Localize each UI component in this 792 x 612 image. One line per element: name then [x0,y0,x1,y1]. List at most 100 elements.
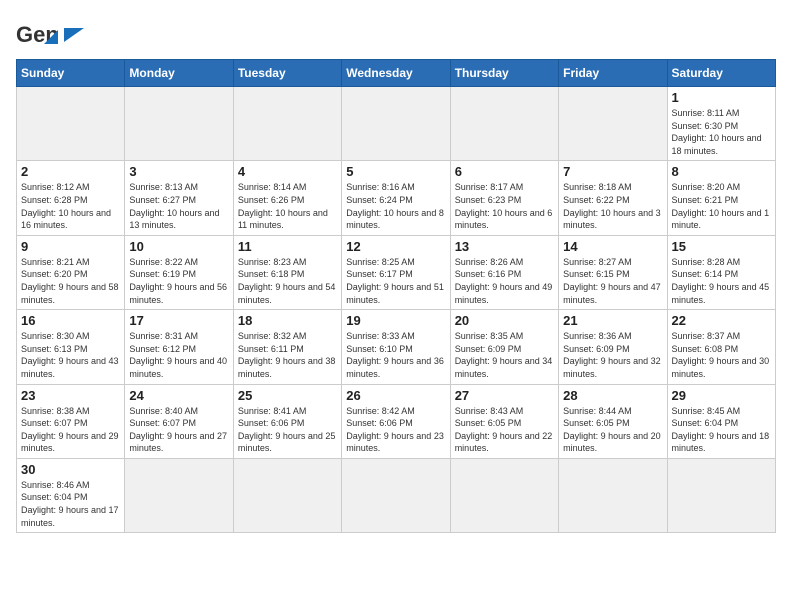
calendar-cell: 9Sunrise: 8:21 AM Sunset: 6:20 PM Daylig… [17,235,125,309]
calendar-cell: 5 Sunrise: 8:16 AM Sunset: 6:24 PM Daylig… [342,161,450,235]
day-info: Sunrise: 8:27 AM Sunset: 6:15 PM Dayligh… [563,256,662,306]
day-of-week-header: Tuesday [233,60,341,87]
calendar-cell [125,458,233,532]
day-info: Sunrise: 8:31 AM Sunset: 6:12 PM Dayligh… [129,330,228,380]
day-info: Sunrise: 8:21 AM Sunset: 6:20 PM Dayligh… [21,256,120,306]
day-number: 27 [455,388,554,403]
day-number: 19 [346,313,445,328]
day-number: 8 [672,164,771,179]
calendar-cell: 2 Sunrise: 8:12 AM Sunset: 6:28 PM Daylig… [17,161,125,235]
day-info: Sunrise: 8:13 AM Sunset: 6:27 PM Dayligh… [129,181,228,231]
calendar-cell: 17 Sunrise: 8:31 AM Sunset: 6:12 PM Dayli… [125,310,233,384]
calendar-cell: 30 Sunrise: 8:46 AM Sunset: 6:04 PM Dayli… [17,458,125,532]
calendar-cell: 23 Sunrise: 8:38 AM Sunset: 6:07 PM Dayli… [17,384,125,458]
day-info: Sunrise: 8:16 AM Sunset: 6:24 PM Dayligh… [346,181,445,231]
day-number: 21 [563,313,662,328]
day-number: 6 [455,164,554,179]
day-of-week-header: Sunday [17,60,125,87]
day-info: Sunrise: 8:23 AM Sunset: 6:18 PM Dayligh… [238,256,337,306]
day-info: Sunrise: 8:22 AM Sunset: 6:19 PM Dayligh… [129,256,228,306]
calendar: SundayMondayTuesdayWednesdayThursdayFrid… [16,59,776,533]
calendar-cell: 24 Sunrise: 8:40 AM Sunset: 6:07 PM Dayli… [125,384,233,458]
header: General [16,16,776,47]
calendar-cell: 25Sunrise: 8:41 AM Sunset: 6:06 PM Dayli… [233,384,341,458]
day-number: 11 [238,239,337,254]
day-of-week-header: Monday [125,60,233,87]
calendar-cell [233,87,341,161]
day-number: 22 [672,313,771,328]
day-number: 29 [672,388,771,403]
calendar-week-row: 1Sunrise: 8:11 AM Sunset: 6:30 PM Daylig… [17,87,776,161]
calendar-cell [17,87,125,161]
day-info: Sunrise: 8:35 AM Sunset: 6:09 PM Dayligh… [455,330,554,380]
day-info: Sunrise: 8:37 AM Sunset: 6:08 PM Dayligh… [672,330,771,380]
calendar-cell: 14 Sunrise: 8:27 AM Sunset: 6:15 PM Dayli… [559,235,667,309]
calendar-cell [559,458,667,532]
calendar-cell: 26Sunrise: 8:42 AM Sunset: 6:06 PM Dayli… [342,384,450,458]
day-number: 28 [563,388,662,403]
day-info: Sunrise: 8:38 AM Sunset: 6:07 PM Dayligh… [21,405,120,455]
day-info: Sunrise: 8:43 AM Sunset: 6:05 PM Dayligh… [455,405,554,455]
day-info: Sunrise: 8:26 AM Sunset: 6:16 PM Dayligh… [455,256,554,306]
calendar-cell: 13 Sunrise: 8:26 AM Sunset: 6:16 PM Dayli… [450,235,558,309]
calendar-cell: 12 Sunrise: 8:25 AM Sunset: 6:17 PM Dayli… [342,235,450,309]
day-info: Sunrise: 8:33 AM Sunset: 6:10 PM Dayligh… [346,330,445,380]
day-info: Sunrise: 8:18 AM Sunset: 6:22 PM Dayligh… [563,181,662,231]
day-info: Sunrise: 8:36 AM Sunset: 6:09 PM Dayligh… [563,330,662,380]
day-number: 24 [129,388,228,403]
calendar-cell: 16 Sunrise: 8:30 AM Sunset: 6:13 PM Dayli… [17,310,125,384]
day-number: 17 [129,313,228,328]
calendar-cell [342,458,450,532]
day-number: 7 [563,164,662,179]
calendar-cell: 15Sunrise: 8:28 AM Sunset: 6:14 PM Dayli… [667,235,775,309]
calendar-cell: 21 Sunrise: 8:36 AM Sunset: 6:09 PM Dayli… [559,310,667,384]
day-info: Sunrise: 8:25 AM Sunset: 6:17 PM Dayligh… [346,256,445,306]
calendar-cell: 1Sunrise: 8:11 AM Sunset: 6:30 PM Daylig… [667,87,775,161]
day-info: Sunrise: 8:14 AM Sunset: 6:26 PM Dayligh… [238,181,337,231]
day-number: 12 [346,239,445,254]
day-info: Sunrise: 8:12 AM Sunset: 6:28 PM Dayligh… [21,181,120,231]
calendar-cell: 22 Sunrise: 8:37 AM Sunset: 6:08 PM Dayli… [667,310,775,384]
calendar-cell: 27 Sunrise: 8:43 AM Sunset: 6:05 PM Dayli… [450,384,558,458]
logo-area: General [16,16,84,47]
calendar-cell: 19 Sunrise: 8:33 AM Sunset: 6:10 PM Dayli… [342,310,450,384]
day-number: 13 [455,239,554,254]
day-info: Sunrise: 8:46 AM Sunset: 6:04 PM Dayligh… [21,479,120,529]
day-number: 16 [21,313,120,328]
day-number: 5 [346,164,445,179]
day-number: 2 [21,164,120,179]
day-number: 14 [563,239,662,254]
calendar-cell: 8 Sunrise: 8:20 AM Sunset: 6:21 PM Daylig… [667,161,775,235]
logo-triangle [64,28,84,42]
calendar-cell: 10 Sunrise: 8:22 AM Sunset: 6:19 PM Dayli… [125,235,233,309]
calendar-header-row: SundayMondayTuesdayWednesdayThursdayFrid… [17,60,776,87]
calendar-cell [450,458,558,532]
day-number: 30 [21,462,120,477]
day-of-week-header: Saturday [667,60,775,87]
day-info: Sunrise: 8:32 AM Sunset: 6:11 PM Dayligh… [238,330,337,380]
day-of-week-header: Thursday [450,60,558,87]
day-number: 4 [238,164,337,179]
day-number: 10 [129,239,228,254]
day-number: 26 [346,388,445,403]
calendar-cell: 3 Sunrise: 8:13 AM Sunset: 6:27 PM Daylig… [125,161,233,235]
day-info: Sunrise: 8:30 AM Sunset: 6:13 PM Dayligh… [21,330,120,380]
calendar-cell [559,87,667,161]
calendar-week-row: 9Sunrise: 8:21 AM Sunset: 6:20 PM Daylig… [17,235,776,309]
day-info: Sunrise: 8:20 AM Sunset: 6:21 PM Dayligh… [672,181,771,231]
calendar-cell: 29 Sunrise: 8:45 AM Sunset: 6:04 PM Dayli… [667,384,775,458]
day-number: 3 [129,164,228,179]
day-info: Sunrise: 8:28 AM Sunset: 6:14 PM Dayligh… [672,256,771,306]
calendar-cell: 11 Sunrise: 8:23 AM Sunset: 6:18 PM Dayli… [233,235,341,309]
calendar-cell: 6Sunrise: 8:17 AM Sunset: 6:23 PM Daylig… [450,161,558,235]
day-info: Sunrise: 8:11 AM Sunset: 6:30 PM Dayligh… [672,107,771,157]
day-info: Sunrise: 8:40 AM Sunset: 6:07 PM Dayligh… [129,405,228,455]
calendar-cell: 18 Sunrise: 8:32 AM Sunset: 6:11 PM Dayli… [233,310,341,384]
day-number: 18 [238,313,337,328]
calendar-cell [450,87,558,161]
day-number: 23 [21,388,120,403]
calendar-week-row: 2 Sunrise: 8:12 AM Sunset: 6:28 PM Daylig… [17,161,776,235]
day-info: Sunrise: 8:45 AM Sunset: 6:04 PM Dayligh… [672,405,771,455]
day-number: 25 [238,388,337,403]
day-number: 20 [455,313,554,328]
